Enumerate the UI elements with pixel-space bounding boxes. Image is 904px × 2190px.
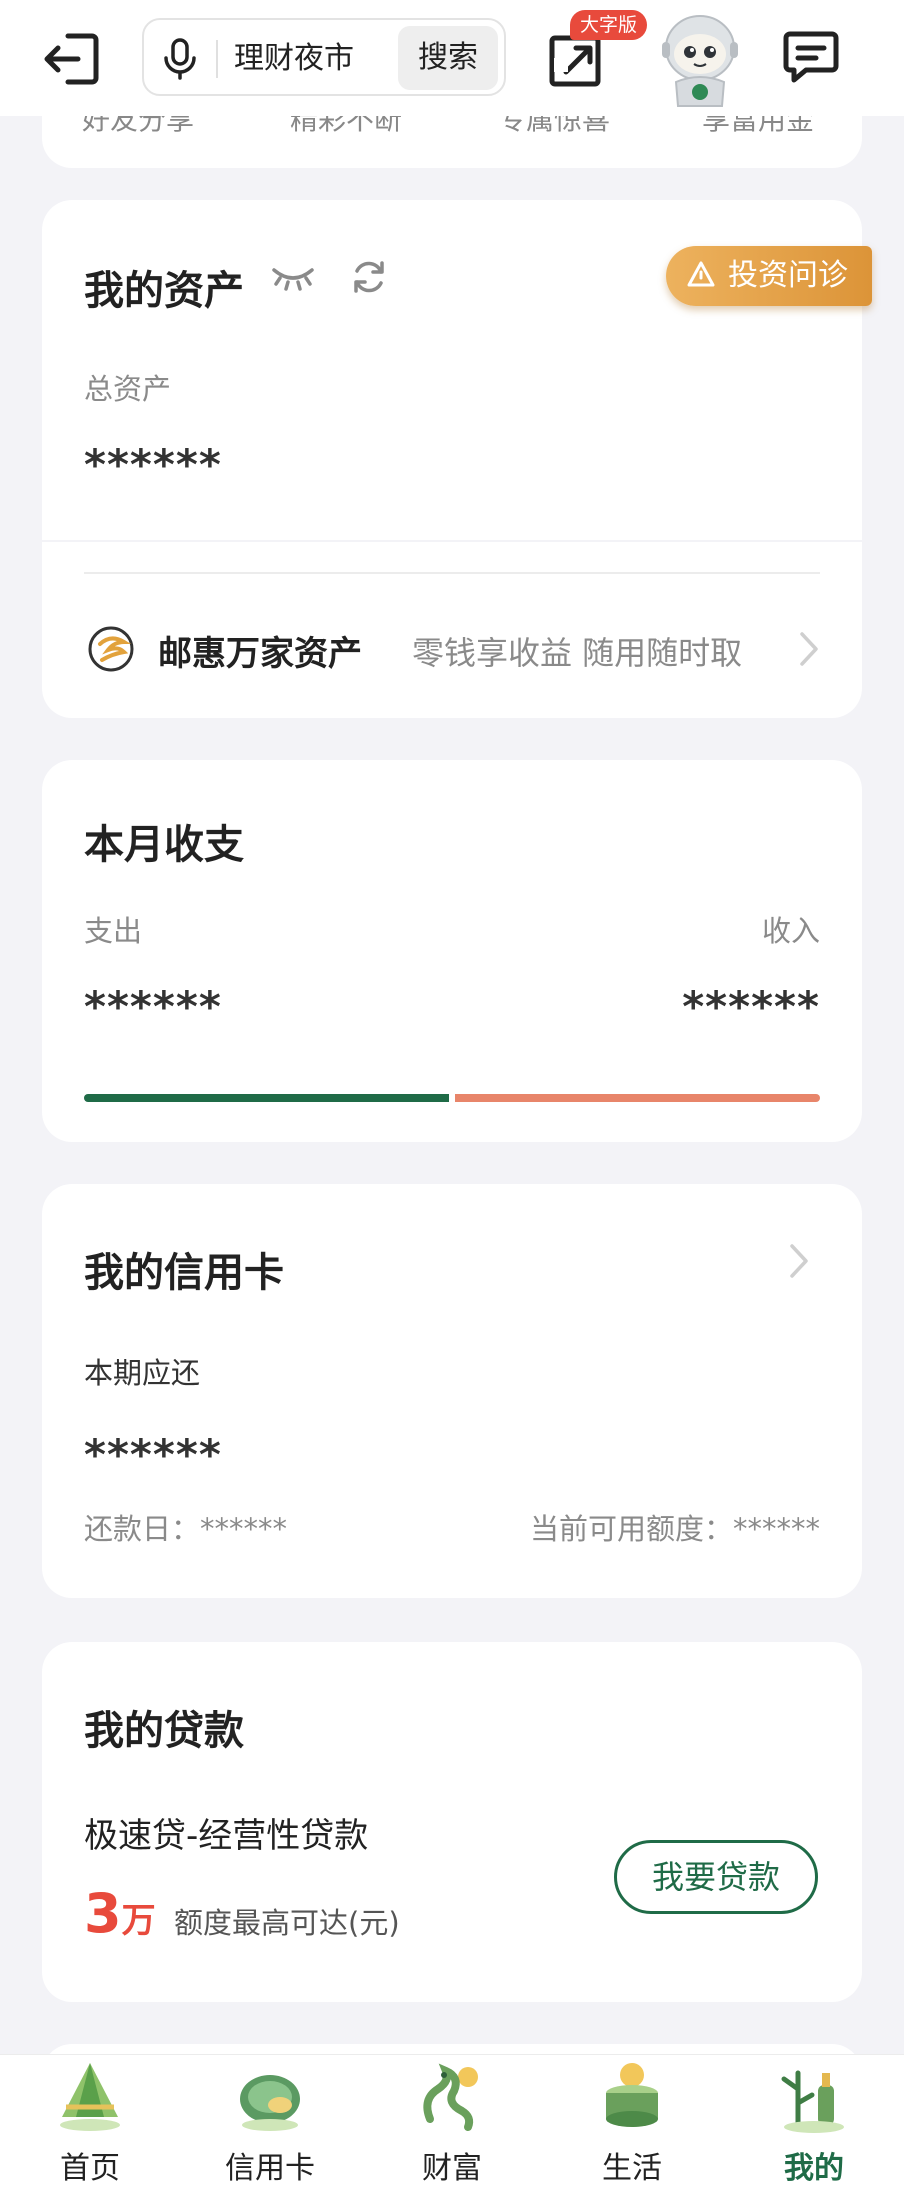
chevron-right-icon[interactable] <box>788 1242 810 1280</box>
nav-wealth-label: 财富 <box>422 2151 482 2186</box>
income-bar-segment <box>455 1094 820 1102</box>
nav-mine-label: 我的 <box>784 2151 844 2186</box>
product-name: 邮惠万家资产 <box>158 634 362 674</box>
nav-home-label: 首页 <box>60 2151 120 2186</box>
refresh-icon[interactable] <box>350 258 388 296</box>
income-value: ****** <box>682 982 820 1031</box>
youhui-wanjia-logo-icon <box>88 626 134 672</box>
monthly-income-expense-card[interactable]: 本月收支 支出 收入 ****** ****** <box>42 760 862 1142</box>
assets-title: 我的资产 <box>84 268 244 314</box>
mine-bamboo-icon <box>781 2070 844 2133</box>
income-expense-bar <box>84 1094 820 1102</box>
search-divider <box>216 40 218 78</box>
wealth-product-row[interactable]: 邮惠万家资产 零钱享收益 随用随时取 <box>42 542 862 718</box>
nav-credit-card-label: 信用卡 <box>225 2151 315 2186</box>
apply-loan-button[interactable]: 我要贷款 <box>614 1840 818 1914</box>
diagnosis-icon <box>687 261 715 287</box>
repayment-day: 还款日：****** <box>84 1512 288 1546</box>
home-zongzi-icon <box>60 2063 120 2131</box>
expense-bar-segment <box>84 1094 449 1102</box>
available-limit: 当前可用额度：****** <box>529 1512 820 1546</box>
monthly-title: 本月收支 <box>84 822 244 868</box>
search-button[interactable]: 搜索 <box>398 26 498 90</box>
hide-eye-icon[interactable] <box>270 262 316 292</box>
total-assets-label: 总资产 <box>84 372 172 406</box>
divider <box>84 572 820 574</box>
life-cake-icon <box>606 2063 658 2127</box>
total-assets-value: ****** <box>84 440 222 489</box>
chevron-right-icon <box>800 632 818 666</box>
income-label: 收入 <box>761 914 820 948</box>
due-amount-label: 本期应还 <box>84 1356 201 1390</box>
wealth-dragon-icon <box>423 2063 478 2131</box>
search-bar[interactable]: 理财夜市 搜索 <box>142 18 506 96</box>
my-credit-card-card[interactable]: 我的信用卡 本期应还 ****** 还款日：****** 当前可用额度：****… <box>42 1184 862 1598</box>
invest-diagnosis-label: 投资问诊 <box>728 258 848 293</box>
microphone-icon[interactable] <box>162 38 198 80</box>
search-input[interactable]: 理财夜市 <box>234 38 354 80</box>
bottom-navigation: 首页 信用卡 财富 生活 我的 <box>0 2054 904 2190</box>
expense-label: 支出 <box>84 914 143 948</box>
message-icon[interactable] <box>782 28 840 88</box>
loan-amount-unit: 万 <box>121 1901 156 1941</box>
loan-product-name: 极速贷-经营性贷款 <box>84 1816 369 1856</box>
loan-amount: 3万 <box>84 1882 156 1945</box>
nav-mine[interactable]: 我的 <box>754 2055 874 2190</box>
nav-home[interactable]: 首页 <box>30 2055 150 2190</box>
invest-diagnosis-button[interactable]: 投资问诊 <box>666 246 872 306</box>
loan-amount-number: 3 <box>84 1882 122 1945</box>
due-amount-value: ****** <box>84 1430 222 1479</box>
loan-amount-description: 额度最高可达(元) <box>174 1906 400 1940</box>
nav-credit-card[interactable]: 信用卡 <box>210 2055 330 2190</box>
assistant-robot-avatar[interactable] <box>654 8 746 110</box>
credit-card-title: 我的信用卡 <box>84 1250 284 1296</box>
nav-wealth[interactable]: 财富 <box>392 2055 512 2190</box>
exit-icon[interactable] <box>40 28 102 90</box>
top-bar: 理财夜市 搜索 大字版 <box>0 0 904 116</box>
loan-title: 我的贷款 <box>84 1708 244 1754</box>
nav-life[interactable]: 生活 <box>572 2055 692 2190</box>
large-font-badge[interactable]: 大字版 <box>570 10 648 40</box>
product-description: 零钱享收益 随用随时取 <box>412 634 743 672</box>
credit-card-mooncake-icon <box>240 2075 300 2131</box>
nav-life-label: 生活 <box>602 2151 662 2186</box>
expense-value: ****** <box>84 982 222 1031</box>
my-loan-card: 我的贷款 极速贷-经营性贷款 3万 额度最高可达(元) 我要贷款 <box>42 1642 862 2002</box>
